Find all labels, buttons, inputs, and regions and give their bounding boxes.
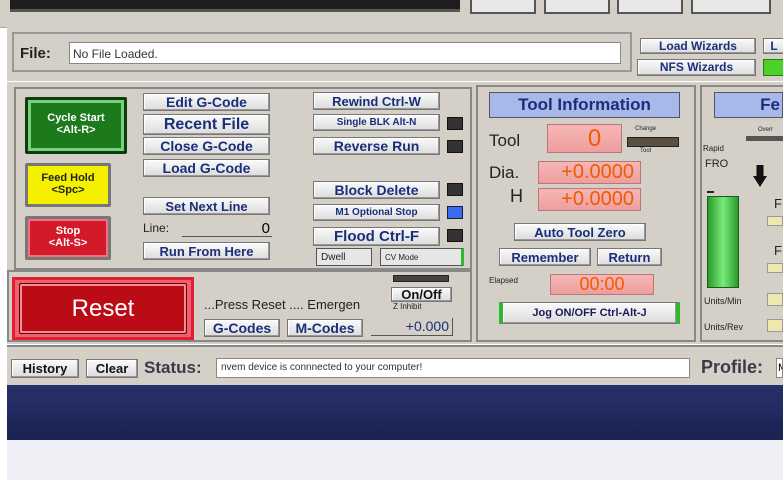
edit-gcode-button[interactable]: Edit G-Code bbox=[143, 93, 270, 111]
clear-button[interactable]: Clear bbox=[86, 359, 138, 378]
line-value: 0 bbox=[261, 220, 270, 237]
feed-btn-4[interactable] bbox=[767, 319, 783, 332]
auto-tool-zero-button[interactable]: Auto Tool Zero bbox=[514, 223, 646, 241]
load-wizards-button[interactable]: Load Wizards bbox=[640, 38, 756, 54]
h-field[interactable]: +0.0000 bbox=[538, 188, 641, 211]
feed-btn-3[interactable] bbox=[767, 293, 783, 306]
top-tab-4[interactable] bbox=[691, 0, 771, 14]
h-label: H bbox=[510, 186, 523, 206]
tool-number-field[interactable]: 0 bbox=[547, 124, 622, 153]
elapsed-field: 00:00 bbox=[550, 274, 654, 295]
feed-hold-label: Feed Hold bbox=[41, 172, 95, 184]
load-gcode-button[interactable]: Load G-Code bbox=[143, 159, 270, 177]
overr-bar bbox=[746, 136, 783, 141]
on-off-led bbox=[393, 275, 449, 282]
cv-mode-indicator: CV Mode bbox=[380, 248, 464, 266]
file-panel: File: No File Loaded. bbox=[12, 32, 632, 72]
change-tool-label: Change bbox=[635, 126, 657, 132]
feed-title-text: Fe bbox=[760, 95, 780, 114]
single-blk-led bbox=[447, 117, 463, 130]
return-button[interactable]: Return bbox=[597, 248, 662, 266]
line-label: Line: bbox=[143, 221, 170, 235]
block-delete-led bbox=[447, 183, 463, 196]
run-from-here-button[interactable]: Run From Here bbox=[143, 242, 270, 260]
tool-label: Tool bbox=[489, 131, 521, 150]
feed-btn-1[interactable] bbox=[767, 216, 783, 226]
rewind-button[interactable]: Rewind Ctrl-W bbox=[313, 92, 440, 110]
block-delete-button[interactable]: Block Delete bbox=[313, 181, 440, 199]
top-tab-1[interactable] bbox=[470, 0, 536, 14]
z-value-field: +0.000 bbox=[371, 318, 453, 336]
mcodes-button[interactable]: M-Codes bbox=[287, 319, 363, 337]
partial-wizard-button[interactable]: L bbox=[763, 38, 783, 54]
nfs-wizards-button[interactable]: NFS Wizards bbox=[637, 59, 756, 76]
fro-slider[interactable] bbox=[707, 196, 739, 288]
rapid-label: Rapid bbox=[703, 144, 724, 153]
feed-f1-label: F bbox=[774, 196, 782, 211]
fro-tick bbox=[707, 191, 714, 193]
profile-field: M bbox=[776, 358, 783, 378]
status-label: Status: bbox=[144, 358, 202, 377]
bottom-bar bbox=[7, 440, 783, 480]
tool-title-text: Tool Information bbox=[518, 95, 651, 114]
z-value: +0.000 bbox=[405, 318, 449, 334]
reverse-run-led bbox=[447, 140, 463, 153]
stop-label: Stop bbox=[55, 225, 81, 237]
overr-label: Overr bbox=[758, 127, 773, 133]
feed-hold-shortcut: <Spc> bbox=[51, 184, 85, 196]
stop-shortcut: <Alt-S> bbox=[48, 237, 88, 249]
dwell-label: Dwell bbox=[321, 252, 346, 263]
m1-optional-stop-led bbox=[447, 206, 463, 219]
fro-label: FRO bbox=[705, 158, 729, 170]
change-tool-sub: Tool bbox=[640, 148, 652, 154]
flood-led bbox=[447, 229, 463, 242]
feed-f2-label: F bbox=[774, 243, 782, 258]
history-button[interactable]: History bbox=[11, 359, 79, 378]
window-title-bar bbox=[7, 385, 783, 440]
stop-button[interactable]: Stop <Alt-S> bbox=[25, 216, 111, 260]
change-tool-button[interactable] bbox=[627, 137, 679, 147]
reset-button[interactable]: Reset bbox=[19, 283, 187, 334]
reset-message: ...Press Reset .... Emergen bbox=[204, 297, 361, 312]
units-min-label: Units/Min bbox=[704, 296, 742, 306]
file-field: No File Loaded. bbox=[69, 42, 621, 64]
feed-hold-button[interactable]: Feed Hold <Spc> bbox=[25, 163, 111, 207]
feed-title: Fe bbox=[714, 92, 783, 118]
reverse-run-button[interactable]: Reverse Run bbox=[313, 137, 440, 155]
dia-label: Dia. bbox=[489, 163, 520, 182]
cycle-start-button[interactable]: Cycle Start <Alt-R> bbox=[25, 97, 127, 154]
status-field: nvem device is connnected to your comput… bbox=[216, 358, 690, 378]
cv-mode-label: CV Mode bbox=[385, 253, 419, 262]
line-field[interactable]: 0 bbox=[182, 220, 272, 237]
green-indicator bbox=[763, 59, 783, 76]
dia-field[interactable]: +0.0000 bbox=[538, 161, 641, 184]
feed-btn-2[interactable] bbox=[767, 263, 783, 273]
gcodes-button[interactable]: G-Codes bbox=[204, 319, 280, 337]
single-blk-button[interactable]: Single BLK Alt-N bbox=[313, 114, 440, 131]
top-tab-2[interactable] bbox=[544, 0, 610, 14]
file-label: File: bbox=[20, 45, 51, 62]
elapsed-label: Elapsed bbox=[489, 276, 518, 285]
jog-toggle-button[interactable]: Jog ON/OFF Ctrl-Alt-J bbox=[499, 302, 680, 324]
profile-label: Profile: bbox=[701, 357, 764, 377]
top-tab-3[interactable] bbox=[617, 0, 683, 14]
remember-button[interactable]: Remember bbox=[499, 248, 591, 266]
cycle-start-shortcut: <Alt-R> bbox=[56, 124, 96, 136]
dwell-indicator: Dwell bbox=[316, 248, 372, 266]
z-inhibit-label: Z Inhibit bbox=[393, 302, 422, 311]
tool-title: Tool Information bbox=[489, 92, 680, 118]
recent-file-button[interactable]: Recent File bbox=[143, 114, 270, 135]
set-next-line-button[interactable]: Set Next Line bbox=[143, 197, 270, 215]
flood-button[interactable]: Flood Ctrl-F bbox=[313, 227, 440, 246]
units-rev-label: Units/Rev bbox=[704, 322, 744, 332]
top-dark-bar bbox=[10, 0, 460, 12]
on-off-button[interactable]: On/Off bbox=[391, 287, 452, 302]
m1-optional-stop-button[interactable]: M1 Optional Stop bbox=[313, 204, 440, 221]
cycle-start-label: Cycle Start bbox=[47, 112, 105, 124]
close-gcode-button[interactable]: Close G-Code bbox=[143, 137, 270, 155]
file-row: File: No File Loaded. Load Wizards NFS W… bbox=[7, 26, 783, 81]
